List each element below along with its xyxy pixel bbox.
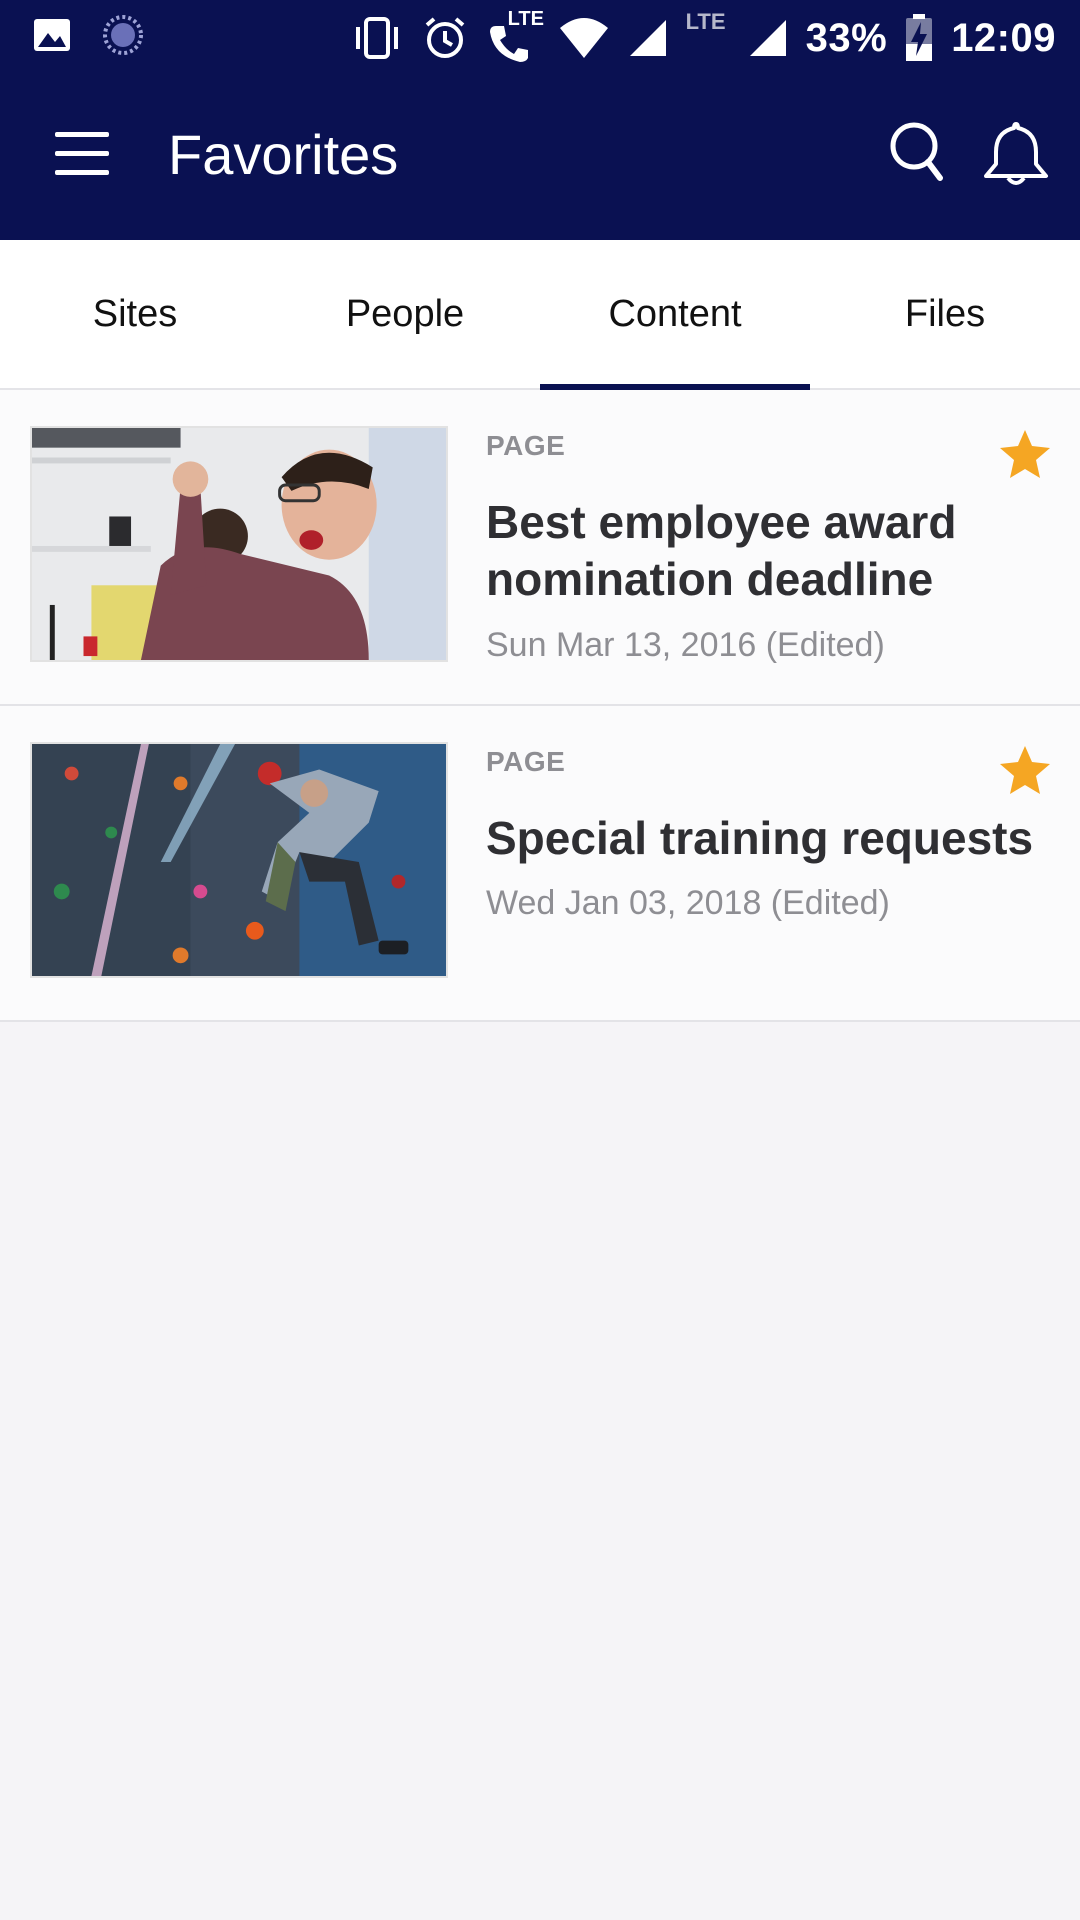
tab-bar: Sites People Content Files: [0, 240, 1080, 390]
signal-icon-2: [749, 20, 786, 56]
menu-button[interactable]: [52, 132, 112, 180]
tab-content[interactable]: Content: [540, 240, 810, 390]
item-type: PAGE: [486, 430, 566, 461]
gallery-icon: [34, 19, 70, 51]
clock: 12:09: [951, 15, 1056, 60]
battery-percent: 33%: [805, 15, 888, 60]
status-bar: LTE LTE 33% 12:09: [0, 0, 1080, 76]
favorite-star-icon[interactable]: [998, 744, 1052, 796]
tab-people[interactable]: People: [270, 240, 540, 388]
item-date: Wed Jan 03, 2018 (Edited): [486, 884, 890, 922]
item-title: Best employee award nomination deadline: [486, 496, 957, 605]
signal-lte-icon: LTE: [686, 9, 730, 63]
tab-sites[interactable]: Sites: [0, 240, 270, 388]
item-thumbnail: [30, 426, 448, 662]
loading-circle-icon: [103, 15, 143, 55]
menu-icon: [55, 132, 109, 137]
item-title: Special training requests: [486, 812, 1034, 864]
bell-icon: [984, 122, 1048, 185]
favorite-star-icon[interactable]: [998, 428, 1052, 480]
lte-call-icon: LTE: [486, 8, 544, 64]
tab-label: Content: [608, 292, 742, 335]
climbing-wall-photo: [32, 744, 446, 976]
tab-label: Files: [904, 292, 986, 335]
list-item[interactable]: PAGE Best employee award nomination dead…: [0, 390, 1080, 706]
favorites-list: PAGE Best employee award nomination dead…: [0, 390, 1080, 1022]
celebrating-man-photo: [32, 428, 446, 660]
vibrate-icon: [355, 17, 398, 59]
tab-label: Sites: [92, 292, 178, 335]
signal-icon: [629, 20, 666, 56]
list-item[interactable]: PAGE Special training requests Wed Jan 0…: [0, 706, 1080, 1022]
battery-charging-icon: [906, 14, 933, 61]
notifications-button[interactable]: [980, 120, 1052, 188]
item-date: Sun Mar 13, 2016 (Edited): [486, 626, 885, 664]
tab-label: People: [345, 292, 465, 335]
wifi-icon: [559, 18, 608, 58]
tab-files[interactable]: Files: [810, 240, 1080, 388]
app-bar: Favorites: [0, 76, 1080, 240]
lte-label: LTE: [685, 9, 726, 34]
search-icon: [890, 122, 943, 181]
lte-call-label: LTE: [507, 8, 544, 30]
alarm-icon: [425, 17, 464, 58]
search-button[interactable]: [888, 120, 948, 184]
item-type: PAGE: [486, 746, 566, 777]
item-thumbnail: [30, 742, 448, 978]
page-title: Favorites: [168, 123, 399, 186]
